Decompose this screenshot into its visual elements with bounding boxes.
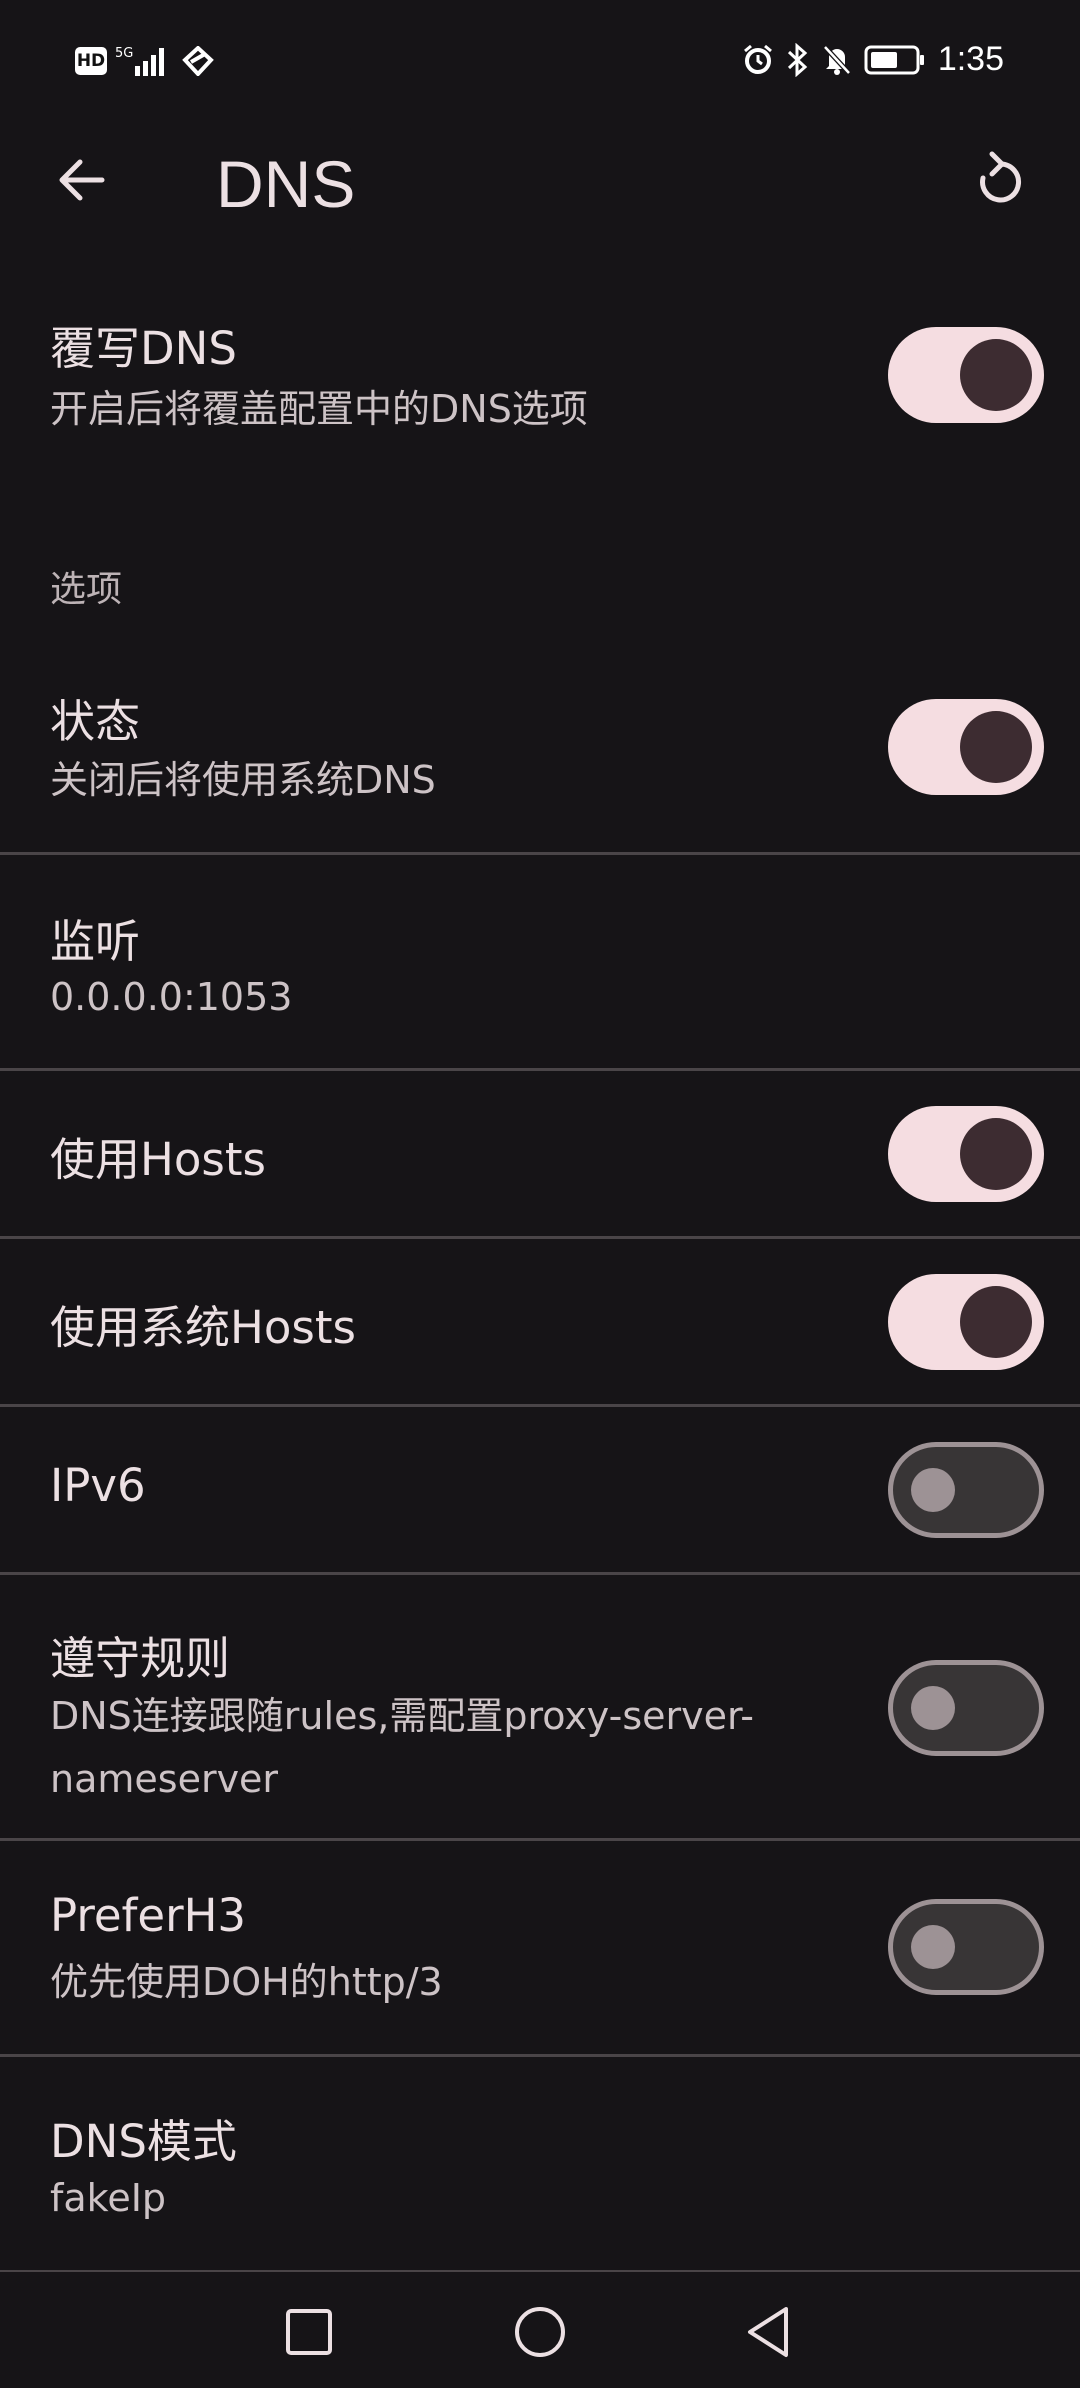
setting-prefer-h3[interactable]: PreferH3 优先使用DOH的http/3: [0, 1841, 1080, 2054]
switch-thumb: [911, 1925, 955, 1969]
setting-title: 遵守规则: [50, 1632, 231, 1685]
status-time: 1:35: [937, 40, 1004, 78]
setting-title: 状态: [50, 695, 141, 748]
setting-dns-mode[interactable]: DNS模式 fakeIp: [0, 2057, 1080, 2270]
back-triangle-icon: [748, 2307, 788, 2357]
home-button[interactable]: [500, 2292, 580, 2372]
bell-off-icon: [822, 44, 851, 75]
alarm-icon: [743, 44, 772, 74]
prefer-h3-switch[interactable]: [888, 1899, 1044, 1995]
override-dns-switch[interactable]: [888, 327, 1044, 423]
ipv6-switch[interactable]: [888, 1442, 1044, 1538]
setting-title: PreferH3: [50, 1889, 247, 1942]
switch-thumb: [960, 1286, 1032, 1358]
bluetooth-icon: [787, 42, 808, 77]
setting-override-dns[interactable]: 覆写DNS 开启后将覆盖配置中的DNS选项: [0, 290, 1080, 470]
reset-button[interactable]: [962, 146, 1030, 214]
top-app-bar: DNS: [0, 130, 1080, 230]
setting-subtitle-line1: DNS连接跟随rules,需配置proxy-server-: [50, 1694, 754, 1738]
setting-status[interactable]: 状态 关闭后将使用系统DNS: [0, 660, 1080, 850]
home-icon: [515, 2307, 565, 2357]
setting-subtitle: 关闭后将使用系统DNS: [50, 758, 436, 802]
status-switch[interactable]: [888, 699, 1044, 795]
switch-thumb: [960, 711, 1032, 783]
setting-title: IPv6: [50, 1459, 146, 1512]
switch-thumb: [960, 1118, 1032, 1190]
setting-use-system-hosts[interactable]: 使用系统Hosts: [0, 1239, 1080, 1404]
dns-settings-screen: HD 5G 1:35 DNS 覆写DNS 开启后将覆盖配置中的DNS选项 选项 …: [0, 0, 1080, 2388]
status-right: 1:35: [742, 40, 1004, 79]
setting-use-hosts[interactable]: 使用Hosts: [0, 1071, 1080, 1236]
setting-title: DNS模式: [50, 2115, 237, 2168]
battery-icon: [864, 45, 924, 74]
signal-icon: 5G: [115, 46, 164, 76]
system-nav-bar: [0, 2272, 1080, 2388]
back-button[interactable]: [50, 148, 114, 212]
section-label-options: 选项: [50, 569, 123, 610]
recent-apps-button[interactable]: [269, 2292, 349, 2372]
refresh-icon: [980, 151, 1022, 203]
recent-apps-icon: [286, 2309, 332, 2355]
page-title: DNS: [216, 147, 356, 221]
setting-value: 0.0.0.0:1053: [50, 975, 293, 1019]
setting-subtitle: 开启后将覆盖配置中的DNS选项: [50, 387, 588, 431]
status-bar: HD 5G 1:35: [0, 0, 1080, 130]
setting-ipv6[interactable]: IPv6: [0, 1407, 1080, 1572]
status-left: HD 5G: [75, 44, 215, 78]
switch-thumb: [911, 1468, 955, 1512]
setting-subtitle-line2: nameserver: [50, 1757, 279, 1801]
setting-title: 监听: [50, 915, 141, 968]
network-type-label: 5G: [115, 46, 133, 61]
wifi-icon: [182, 46, 214, 76]
respect-rules-switch[interactable]: [888, 1660, 1044, 1756]
setting-subtitle: 优先使用DOH的http/3: [50, 1960, 443, 2004]
setting-respect-rules[interactable]: 遵守规则 DNS连接跟随rules,需配置proxy-server- names…: [0, 1575, 1080, 1838]
setting-title: 使用Hosts: [50, 1133, 266, 1186]
setting-value: fakeIp: [50, 2176, 167, 2220]
arrow-left-icon: [59, 159, 105, 201]
setting-title: 覆写DNS: [50, 322, 237, 375]
setting-title: 使用系统Hosts: [50, 1301, 356, 1354]
setting-listen[interactable]: 监听 0.0.0.0:1053: [0, 855, 1080, 1069]
switch-thumb: [960, 339, 1032, 411]
switch-thumb: [911, 1686, 955, 1730]
hd-badge: HD: [75, 47, 107, 75]
use-system-hosts-switch[interactable]: [888, 1274, 1044, 1370]
back-nav-button[interactable]: [728, 2292, 808, 2372]
use-hosts-switch[interactable]: [888, 1106, 1044, 1202]
